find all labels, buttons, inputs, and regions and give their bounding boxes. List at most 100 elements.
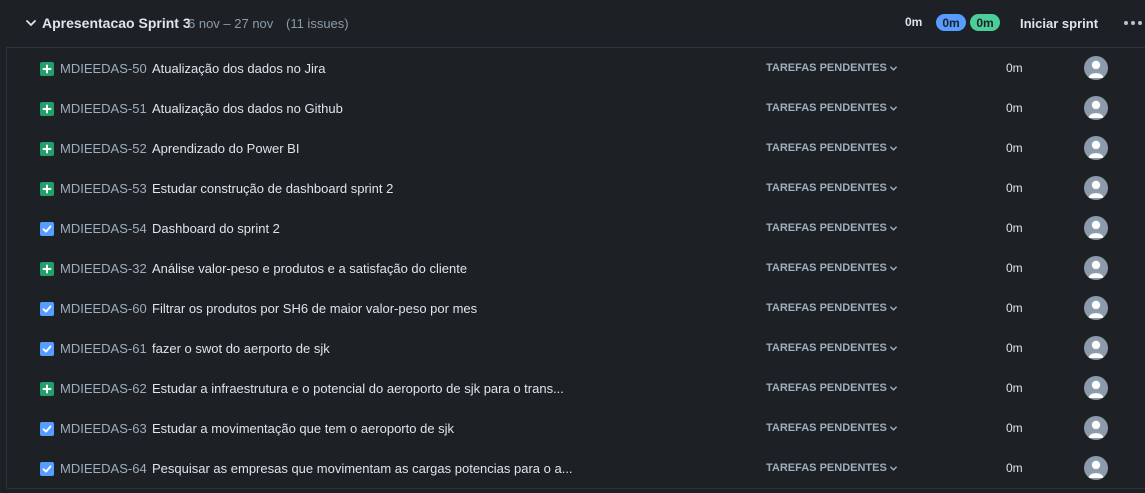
issue-summary[interactable]: Atualização dos dados no Jira xyxy=(152,61,325,76)
issue-key[interactable]: MDIEEDAS-50 xyxy=(60,61,147,76)
assignee-avatar-icon[interactable] xyxy=(1084,256,1108,280)
issue-summary[interactable]: Estudar a infraestrutura e o potencial d… xyxy=(152,381,564,396)
issue-row-mdieedas-50[interactable]: MDIEEDAS-50 Atualização dos dados no Jir… xyxy=(7,48,1145,89)
issue-row-mdieedas-63[interactable]: MDIEEDAS-63 Estudar a movimentação que t… xyxy=(7,408,1145,449)
estimate-done-badge: 0m xyxy=(970,14,1000,31)
issue-row-mdieedas-51[interactable]: MDIEEDAS-51 Atualização dos dados no Git… xyxy=(7,88,1145,129)
assignee-avatar-icon[interactable] xyxy=(1084,376,1108,400)
status-dropdown[interactable]: TAREFAS PENDENTES xyxy=(766,262,898,274)
task-type-icon xyxy=(40,462,54,476)
task-type-icon xyxy=(40,302,54,316)
start-sprint-button[interactable]: Iniciar sprint xyxy=(1012,10,1106,36)
status-dropdown[interactable]: TAREFAS PENDENTES xyxy=(766,62,898,74)
issue-key[interactable]: MDIEEDAS-62 xyxy=(60,381,147,396)
more-actions-icon[interactable] xyxy=(1122,14,1144,32)
issue-estimate: 0m xyxy=(1006,101,1023,115)
assignee-avatar-icon[interactable] xyxy=(1084,296,1108,320)
issue-estimate: 0m xyxy=(1006,341,1023,355)
status-label: TAREFAS PENDENTES xyxy=(766,382,887,394)
assignee-avatar-icon[interactable] xyxy=(1084,416,1108,440)
issue-key[interactable]: MDIEEDAS-32 xyxy=(60,261,147,276)
status-dropdown[interactable]: TAREFAS PENDENTES xyxy=(766,302,898,314)
issue-summary[interactable]: Estudar a movimentação que tem o aeropor… xyxy=(152,421,454,436)
status-dropdown[interactable]: TAREFAS PENDENTES xyxy=(766,422,898,434)
issue-estimate: 0m xyxy=(1006,181,1023,195)
story-type-icon xyxy=(40,382,54,396)
issue-row-mdieedas-60[interactable]: MDIEEDAS-60 Filtrar os produtos por SH6 … xyxy=(7,288,1145,329)
status-dropdown[interactable]: TAREFAS PENDENTES xyxy=(766,182,898,194)
assignee-avatar-icon[interactable] xyxy=(1084,216,1108,240)
sprint-dates: 6 nov – 27 nov xyxy=(188,16,274,31)
sprint-issue-count: (11 issues) xyxy=(286,16,349,31)
issue-estimate: 0m xyxy=(1006,381,1023,395)
issue-estimate: 0m xyxy=(1006,61,1023,75)
chevron-down-icon xyxy=(889,65,897,71)
issue-key[interactable]: MDIEEDAS-61 xyxy=(60,341,147,356)
status-label: TAREFAS PENDENTES xyxy=(766,62,887,74)
chevron-down-icon xyxy=(889,185,897,191)
issue-summary[interactable]: Filtrar os produtos por SH6 de maior val… xyxy=(152,301,477,316)
assignee-avatar-icon[interactable] xyxy=(1084,56,1108,80)
sprint-name[interactable]: Apresentacao Sprint 3 xyxy=(42,15,191,31)
story-type-icon xyxy=(40,182,54,196)
issue-list: MDIEEDAS-50 Atualização dos dados no Jir… xyxy=(6,47,1145,489)
assignee-avatar-icon[interactable] xyxy=(1084,136,1108,160)
issue-estimate: 0m xyxy=(1006,141,1023,155)
task-type-icon xyxy=(40,342,54,356)
status-dropdown[interactable]: TAREFAS PENDENTES xyxy=(766,382,898,394)
chevron-down-icon xyxy=(889,145,897,151)
assignee-avatar-icon[interactable] xyxy=(1084,176,1108,200)
issue-summary[interactable]: Dashboard do sprint 2 xyxy=(152,221,280,236)
issue-key[interactable]: MDIEEDAS-63 xyxy=(60,421,147,436)
issue-row-mdieedas-62[interactable]: MDIEEDAS-62 Estudar a infraestrutura e o… xyxy=(7,368,1145,409)
issue-summary[interactable]: Pesquisar as empresas que movimentam as … xyxy=(152,461,573,476)
status-label: TAREFAS PENDENTES xyxy=(766,262,887,274)
task-type-icon xyxy=(40,422,54,436)
status-label: TAREFAS PENDENTES xyxy=(766,422,887,434)
status-label: TAREFAS PENDENTES xyxy=(766,182,887,194)
chevron-down-icon xyxy=(889,385,897,391)
status-dropdown[interactable]: TAREFAS PENDENTES xyxy=(766,222,898,234)
story-type-icon xyxy=(40,62,54,76)
issue-summary[interactable]: fazer o swot do aerporto de sjk xyxy=(152,341,330,356)
status-label: TAREFAS PENDENTES xyxy=(766,302,887,314)
issue-key[interactable]: MDIEEDAS-54 xyxy=(60,221,147,236)
estimate-in-progress-badge: 0m xyxy=(936,14,966,31)
issue-row-mdieedas-64[interactable]: MDIEEDAS-64 Pesquisar as empresas que mo… xyxy=(7,448,1145,489)
estimate-todo: 0m xyxy=(905,15,923,29)
story-type-icon xyxy=(40,102,54,116)
issue-estimate: 0m xyxy=(1006,221,1023,235)
assignee-avatar-icon[interactable] xyxy=(1084,336,1108,360)
issue-summary[interactable]: Aprendizado do Power BI xyxy=(152,141,299,156)
assignee-avatar-icon[interactable] xyxy=(1084,96,1108,120)
status-label: TAREFAS PENDENTES xyxy=(766,342,887,354)
chevron-down-icon xyxy=(889,225,897,231)
status-dropdown[interactable]: TAREFAS PENDENTES xyxy=(766,462,898,474)
issue-key[interactable]: MDIEEDAS-52 xyxy=(60,141,147,156)
chevron-down-icon xyxy=(889,305,897,311)
issue-estimate: 0m xyxy=(1006,421,1023,435)
task-type-icon xyxy=(40,222,54,236)
issue-row-mdieedas-53[interactable]: MDIEEDAS-53 Estudar construção de dashbo… xyxy=(7,168,1145,209)
status-dropdown[interactable]: TAREFAS PENDENTES xyxy=(766,342,898,354)
issue-key[interactable]: MDIEEDAS-53 xyxy=(60,181,147,196)
issue-row-mdieedas-61[interactable]: MDIEEDAS-61 fazer o swot do aerporto de … xyxy=(7,328,1145,369)
issue-summary[interactable]: Atualização dos dados no Github xyxy=(152,101,343,116)
issue-row-mdieedas-54[interactable]: MDIEEDAS-54 Dashboard do sprint 2 TAREFA… xyxy=(7,208,1145,249)
assignee-avatar-icon[interactable] xyxy=(1084,456,1108,480)
issue-summary[interactable]: Estudar construção de dashboard sprint 2 xyxy=(152,181,393,196)
issue-key[interactable]: MDIEEDAS-60 xyxy=(60,301,147,316)
issue-estimate: 0m xyxy=(1006,461,1023,475)
issue-row-mdieedas-32[interactable]: MDIEEDAS-32 Análise valor-peso e produto… xyxy=(7,248,1145,289)
status-dropdown[interactable]: TAREFAS PENDENTES xyxy=(766,142,898,154)
issue-estimate: 0m xyxy=(1006,261,1023,275)
status-dropdown[interactable]: TAREFAS PENDENTES xyxy=(766,102,898,114)
issue-summary[interactable]: Análise valor-peso e produtos e a satisf… xyxy=(152,261,467,276)
issue-key[interactable]: MDIEEDAS-64 xyxy=(60,461,147,476)
status-label: TAREFAS PENDENTES xyxy=(766,142,887,154)
issue-key[interactable]: MDIEEDAS-51 xyxy=(60,101,147,116)
issue-row-mdieedas-52[interactable]: MDIEEDAS-52 Aprendizado do Power BI TARE… xyxy=(7,128,1145,169)
chevron-down-icon xyxy=(889,425,897,431)
chevron-down-icon[interactable] xyxy=(24,16,38,30)
chevron-down-icon xyxy=(889,345,897,351)
